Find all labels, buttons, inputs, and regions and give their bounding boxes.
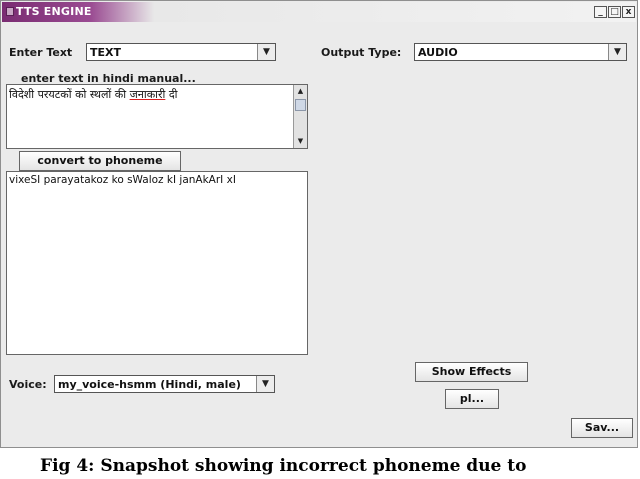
- hindi-text-area[interactable]: विदेशी परयटकों को स्थलों की जनाकारी दी ▲…: [6, 84, 308, 149]
- minimize-icon[interactable]: _: [594, 6, 607, 18]
- enter-text-label: Enter Text: [9, 46, 73, 59]
- hindi-text-end: दी: [165, 88, 178, 101]
- convert-to-phoneme-button[interactable]: convert to phoneme: [19, 151, 181, 171]
- close-icon[interactable]: x: [622, 6, 635, 18]
- show-effects-button[interactable]: Show Effects: [415, 362, 528, 382]
- voice-label: Voice:: [9, 378, 47, 391]
- chevron-down-icon[interactable]: ▼: [608, 44, 626, 60]
- play-button[interactable]: pl...: [445, 389, 499, 409]
- chevron-down-icon[interactable]: ▼: [257, 44, 275, 60]
- output-type-label: Output Type:: [321, 46, 402, 59]
- text-area-scrollbar[interactable]: ▲ ▼: [293, 85, 307, 148]
- phoneme-text-area[interactable]: vixeSI parayatakoz ko sWaloz kI janAkArI…: [6, 171, 308, 355]
- app-icon: [6, 7, 14, 16]
- input-type-dropdown[interactable]: TEXT ▼: [86, 43, 276, 61]
- voice-value: my_voice-hsmm (Hindi, male): [58, 378, 241, 391]
- voice-dropdown[interactable]: my_voice-hsmm (Hindi, male) ▼: [54, 375, 275, 393]
- hindi-text-plain: विदेशी परयटकों को स्थलों की: [9, 88, 130, 101]
- input-type-value: TEXT: [90, 46, 122, 59]
- scroll-thumb[interactable]: [295, 99, 306, 111]
- hindi-text: विदेशी परयटकों को स्थलों की जनाकारी दी: [9, 87, 178, 102]
- scroll-down-icon[interactable]: ▼: [294, 135, 307, 148]
- window-title: TTS ENGINE: [16, 5, 92, 18]
- misspelled-word: जनाकारी: [129, 88, 166, 101]
- scroll-up-icon[interactable]: ▲: [294, 85, 307, 98]
- title-bar[interactable]: TTS ENGINE _ □ x: [2, 2, 636, 22]
- maximize-icon[interactable]: □: [608, 6, 621, 18]
- chevron-down-icon[interactable]: ▼: [256, 376, 274, 392]
- output-type-value: AUDIO: [418, 46, 458, 59]
- output-type-dropdown[interactable]: AUDIO ▼: [414, 43, 627, 61]
- phoneme-text: vixeSI parayatakoz ko sWaloz kI janAkArI…: [9, 174, 236, 186]
- figure-caption: Fig 4: Snapshot showing incorrect phonem…: [40, 456, 527, 476]
- save-button[interactable]: Sav...: [571, 418, 633, 438]
- tts-engine-window: TTS ENGINE _ □ x Enter Text TEXT ▼ enter…: [0, 0, 638, 448]
